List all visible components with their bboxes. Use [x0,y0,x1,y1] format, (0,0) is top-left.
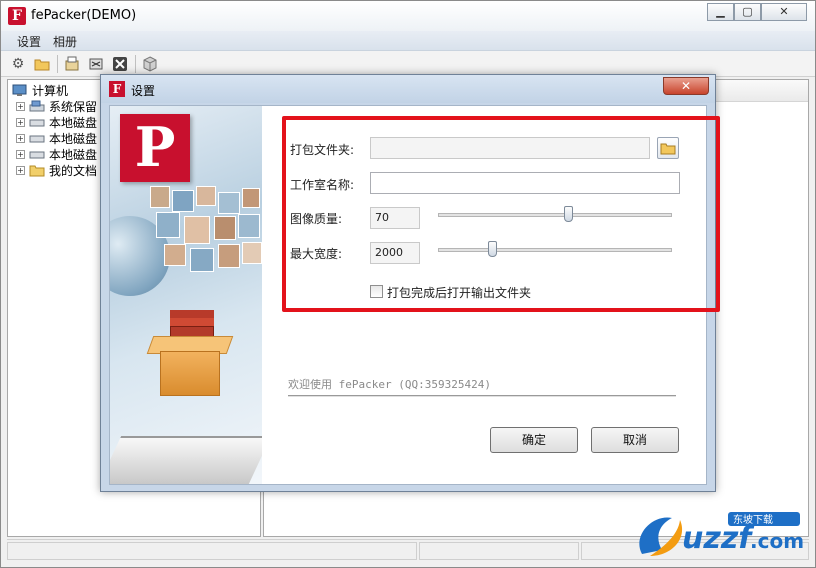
banner-laptop [110,436,262,484]
svg-text:东坡下载: 东坡下载 [733,513,773,526]
export-icon[interactable] [87,55,105,73]
menu-album[interactable]: 相册 [53,33,77,50]
cancel-button[interactable]: 取消 [591,427,679,453]
toolbar-separator [135,55,136,73]
settings-dialog: F 设置 ✕ P 打包文件夹: 工作室名称: 图像质量: 70 最大宽度: 20… [100,74,720,492]
open-output-folder-label[interactable]: 打包完成后打开输出文件夹 [387,284,531,301]
tree-item-label: 本地磁盘 [49,147,98,162]
minimize-button[interactable]: ▁ [707,3,734,21]
expand-icon[interactable]: + [16,117,25,127]
dialog-close-button[interactable]: ✕ [663,77,709,95]
tree-item-system-reserved[interactable]: + 系统保留 [16,98,97,114]
computer-icon [12,84,27,96]
divider [288,395,676,397]
package-folder-field[interactable] [370,137,650,159]
tree-item-label: 系统保留 [49,99,98,114]
welcome-text: 欢迎使用 fePacker (QQ:359325424) [288,378,491,391]
max-width-label: 最大宽度: [290,247,343,261]
dialog-title: 设置 [131,84,156,98]
window-title: fePacker(DEMO) [31,8,137,23]
pack-icon[interactable] [63,55,81,73]
documents-folder-icon [29,165,45,176]
fepacker-logo-icon: P [120,114,190,182]
status-segment [419,542,579,560]
tree-item-label: 计算机 [32,83,69,98]
tree-item-label: 我的文档 [49,163,98,178]
expand-icon[interactable]: + [16,133,25,143]
max-width-slider-thumb[interactable] [487,241,497,257]
toolbar-separator [57,55,58,73]
drive-icon [29,119,45,126]
ok-button[interactable]: 确定 [490,427,578,453]
close-button[interactable]: ✕ [761,3,807,21]
dialog-title-bar: F 设置 ✕ [101,75,715,103]
system-drive-icon [29,100,45,111]
image-quality-label: 图像质量: [290,212,343,226]
tree-item-computer[interactable]: 计算机 [12,82,68,98]
open-folder-icon [660,143,676,154]
expand-icon[interactable]: + [16,149,25,159]
banner-photo-collage [150,186,262,286]
box-icon[interactable] [141,55,159,73]
expand-icon[interactable]: + [16,165,25,175]
max-width-field[interactable]: 2000 [370,242,420,264]
svg-text:.com: .com [750,529,804,553]
open-folder-icon[interactable] [33,55,51,73]
max-width-slider-track[interactable] [438,248,672,252]
title-bar: F fePacker(DEMO) ▁ ▢ ✕ [1,1,815,31]
tree-item-local-disk[interactable]: + 本地磁盘 [16,114,97,130]
tree-item-local-disk[interactable]: + 本地磁盘 [16,146,97,162]
banner-package-box [146,326,234,396]
package-folder-label: 打包文件夹: [290,143,355,157]
image-quality-field[interactable]: 70 [370,207,420,229]
dialog-body: P 打包文件夹: 工作室名称: 图像质量: 70 最大宽度: 2000 打包完成… [109,105,720,485]
menu-bar: 设置 相册 [1,31,815,51]
tree-item-label: 本地磁盘 [49,131,98,146]
uzzf-watermark-logo: uzzf .com 东坡下载 [632,506,810,562]
fepacker-logo-icon: F [8,7,26,25]
gear-icon[interactable]: ⚙ [9,55,27,73]
status-segment [7,542,417,560]
maximize-button[interactable]: ▢ [734,3,761,21]
drive-icon [29,135,45,142]
drive-icon [29,151,45,158]
delete-icon[interactable] [111,55,129,73]
open-output-folder-checkbox[interactable] [370,285,383,298]
tree-item-local-disk[interactable]: + 本地磁盘 [16,130,97,146]
studio-name-field[interactable] [370,172,680,194]
window-controls: ▁ ▢ ✕ [707,3,807,21]
tree-item-my-documents[interactable]: + 我的文档 [16,162,97,178]
banner-image: P [110,106,262,484]
expand-icon[interactable]: + [16,101,25,111]
image-quality-slider-thumb[interactable] [564,206,573,222]
image-quality-slider-track[interactable] [438,213,672,217]
browse-folder-button[interactable] [657,137,679,159]
studio-name-label: 工作室名称: [290,178,355,192]
fepacker-logo-icon: F [109,81,125,97]
menu-settings[interactable]: 设置 [17,33,41,50]
tree-item-label: 本地磁盘 [49,115,98,130]
svg-text:uzzf: uzzf [682,521,755,556]
